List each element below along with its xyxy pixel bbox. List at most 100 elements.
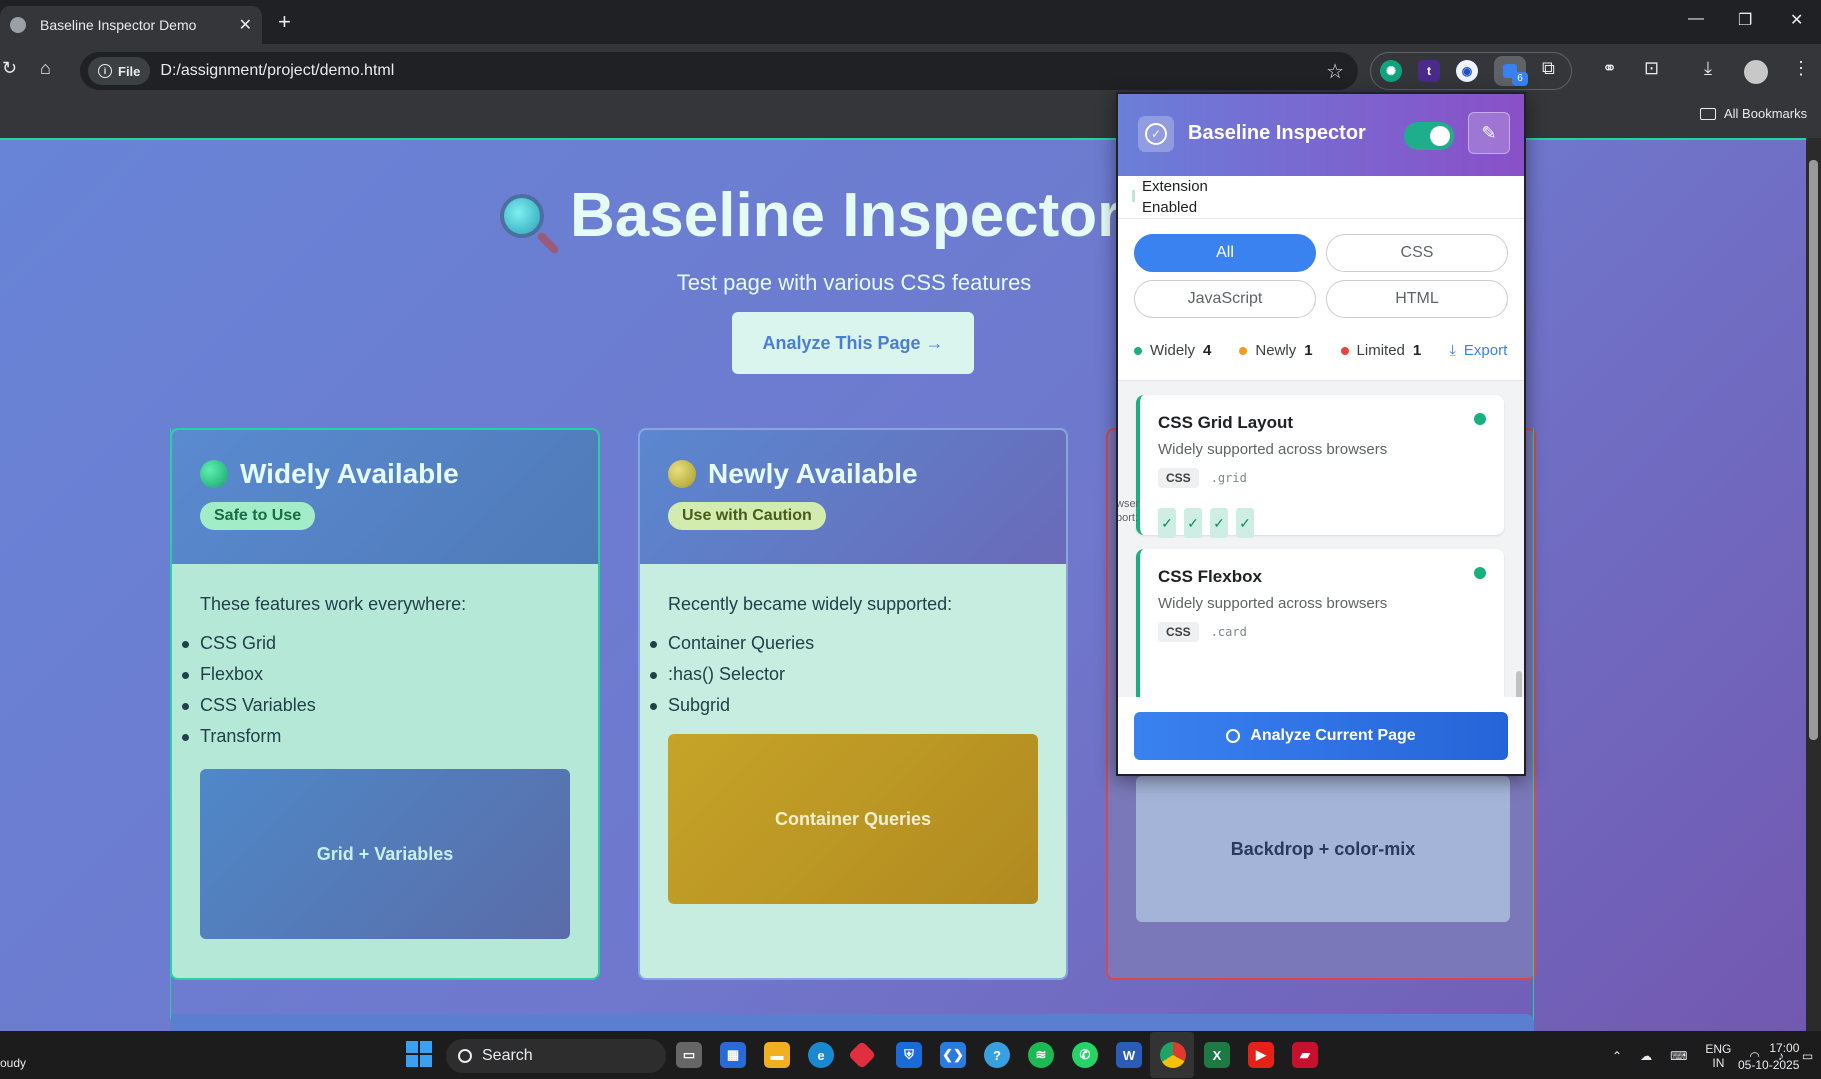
check-icon: ✓ xyxy=(1158,508,1176,538)
keyboard-icon[interactable]: ⌨ xyxy=(1670,1049,1687,1063)
list-item: CSS Variables xyxy=(182,695,570,716)
link-icon[interactable]: ⚭ xyxy=(1602,58,1617,79)
limited-count: 1 xyxy=(1412,342,1422,359)
search-label: Search xyxy=(482,1047,533,1064)
card-heading: Newly Available xyxy=(668,458,1038,490)
browser-support-checks: ✓ ✓ ✓ ✓ xyxy=(1158,508,1486,538)
address-bar[interactable]: i File D:/assignment/project/demo.html ☆ xyxy=(80,52,1358,90)
download-icon[interactable]: ⤓ xyxy=(1704,58,1712,79)
status-line-2: Enabled xyxy=(1142,199,1198,216)
overlap-line-1: wser xyxy=(1118,498,1140,510)
home-icon[interactable]: ⌂ xyxy=(40,58,51,79)
chatgpt-extension-icon[interactable]: ✺ xyxy=(1380,60,1402,82)
vscode-icon[interactable]: ❮❯ xyxy=(940,1042,966,1068)
spotify-icon[interactable]: ≋ xyxy=(1028,1042,1054,1068)
clock[interactable]: 17:00 05-10-2025 xyxy=(1738,1040,1799,1074)
help-icon[interactable]: ? xyxy=(984,1042,1010,1068)
excel-icon[interactable]: X xyxy=(1204,1042,1230,1068)
grid-demo-box: Grid + Variables xyxy=(200,769,570,939)
widely-count: 4 xyxy=(1203,342,1212,359)
check-icon: ✓ xyxy=(1236,508,1254,538)
selector-text: .grid xyxy=(1210,471,1247,485)
lang-line-2: IN xyxy=(1712,1056,1725,1070)
analyze-current-page-button[interactable]: Analyze Current Page xyxy=(1134,712,1508,760)
status-dot-icon xyxy=(1474,413,1486,425)
edge-icon[interactable]: e xyxy=(808,1042,834,1068)
weather-text[interactable]: oudy xyxy=(0,1056,26,1070)
widely-available-card: Widely Available Safe to Use These featu… xyxy=(170,428,600,980)
analyze-page-button[interactable]: Analyze This Page → xyxy=(732,312,974,374)
cloud-icon[interactable]: ☁ xyxy=(1640,1049,1652,1063)
time-text: 17:00 xyxy=(1769,1041,1800,1055)
browser-tab[interactable]: Baseline Inspector Demo ✕ xyxy=(0,6,262,44)
list-item: Flexbox xyxy=(182,664,570,685)
chevron-up-icon[interactable]: ⌃ xyxy=(1612,1049,1622,1063)
game-icon[interactable]: ▰ xyxy=(1292,1042,1318,1068)
selector-text: .card xyxy=(1210,625,1247,639)
chrome-icon[interactable] xyxy=(1160,1042,1186,1068)
store-icon[interactable]: ▦ xyxy=(720,1042,746,1068)
filter-all[interactable]: All xyxy=(1134,234,1316,272)
shield-icon[interactable]: ⛨ xyxy=(896,1042,922,1068)
list-item: Subgrid xyxy=(650,695,1038,716)
task-view-icon[interactable]: ▭ xyxy=(676,1042,702,1068)
puzzle-icon[interactable]: ⧉ xyxy=(1542,58,1555,79)
pin-icon[interactable]: ✎ xyxy=(1468,112,1510,154)
feature-desc: Widely supported across browsers xyxy=(1158,595,1388,612)
t-extension-icon[interactable]: t xyxy=(1418,60,1440,82)
newly-stat: Newly 1 xyxy=(1239,342,1313,359)
site-info-chip[interactable]: i File xyxy=(88,57,151,85)
page-scrollbar-thumb[interactable] xyxy=(1809,160,1818,740)
filter-javascript[interactable]: JavaScript xyxy=(1134,280,1316,318)
globe-extension-icon[interactable]: ◉ xyxy=(1456,60,1478,82)
red-dot-icon xyxy=(1340,346,1349,355)
taskbar-search[interactable]: Search xyxy=(446,1039,666,1073)
feature-tags: CSS .grid xyxy=(1158,468,1486,488)
word-icon[interactable]: W xyxy=(1116,1042,1142,1068)
safe-pill: Safe to Use xyxy=(200,502,316,530)
feature-name: CSS Flexbox xyxy=(1158,567,1262,586)
window-close-icon[interactable]: ✕ xyxy=(1790,10,1803,30)
newly-label: Newly xyxy=(1255,342,1297,359)
overlap-line-2: port: xyxy=(1118,512,1139,524)
all-bookmarks-button[interactable]: All Bookmarks xyxy=(1700,106,1807,121)
extension-popup: ✓ Baseline Inspector ✎ Extension Enabled… xyxy=(1116,92,1526,776)
battery-icon[interactable]: ▭ xyxy=(1802,1049,1813,1063)
menu-kebab-icon[interactable]: ⋮ xyxy=(1792,58,1810,79)
type-tag: CSS xyxy=(1158,622,1199,642)
search-icon xyxy=(458,1049,472,1063)
export-button[interactable]: ⤓ Export xyxy=(1449,342,1507,359)
windows-start-icon[interactable] xyxy=(406,1041,432,1067)
card-intro: These features work everywhere: xyxy=(200,594,467,614)
status-line-1: Extension xyxy=(1142,178,1208,195)
card-header: Widely Available Safe to Use xyxy=(172,430,598,564)
feature-card[interactable]: CSS Flexbox Widely supported across brow… xyxy=(1136,549,1504,697)
popup-scrollbar-thumb[interactable] xyxy=(1516,671,1522,697)
stats-row: Widely 4 Newly 1 Limited 1 ⤓ Export xyxy=(1134,342,1524,359)
caution-pill: Use with Caution xyxy=(668,502,826,530)
enable-toggle[interactable] xyxy=(1404,122,1454,150)
container-demo-box: Container Queries xyxy=(668,734,1038,904)
feature-card[interactable]: CSS Grid Layout Widely supported across … xyxy=(1136,395,1504,538)
whatsapp-icon[interactable]: ✆ xyxy=(1072,1042,1098,1068)
lens-icon[interactable]: ⊡ xyxy=(1644,58,1659,79)
filter-html[interactable]: HTML xyxy=(1326,280,1508,318)
file-explorer-icon[interactable]: ▬ xyxy=(764,1042,790,1068)
minimize-icon[interactable]: — xyxy=(1688,10,1704,28)
bookmark-star-icon[interactable]: ☆ xyxy=(1326,59,1344,84)
download-icon: ⤓ xyxy=(1449,342,1456,359)
language-indicator[interactable]: ENG IN xyxy=(1705,1042,1731,1070)
profile-avatar[interactable] xyxy=(1744,60,1768,84)
url-text[interactable]: D:/assignment/project/demo.html xyxy=(160,62,394,80)
filter-css[interactable]: CSS xyxy=(1326,234,1508,272)
tab-close-icon[interactable]: ✕ xyxy=(239,15,252,35)
reload-icon[interactable]: ↻ xyxy=(2,58,17,79)
bookmarks-bar xyxy=(0,94,1821,138)
newly-count: 1 xyxy=(1304,342,1313,359)
list-item: Transform xyxy=(182,726,570,747)
youtube-icon[interactable]: ▶ xyxy=(1248,1042,1274,1068)
yellow-dot-icon xyxy=(668,460,696,488)
new-tab-button[interactable]: + xyxy=(278,9,291,35)
status-dot-icon xyxy=(1474,567,1486,579)
restore-icon[interactable]: ❐ xyxy=(1738,10,1752,30)
